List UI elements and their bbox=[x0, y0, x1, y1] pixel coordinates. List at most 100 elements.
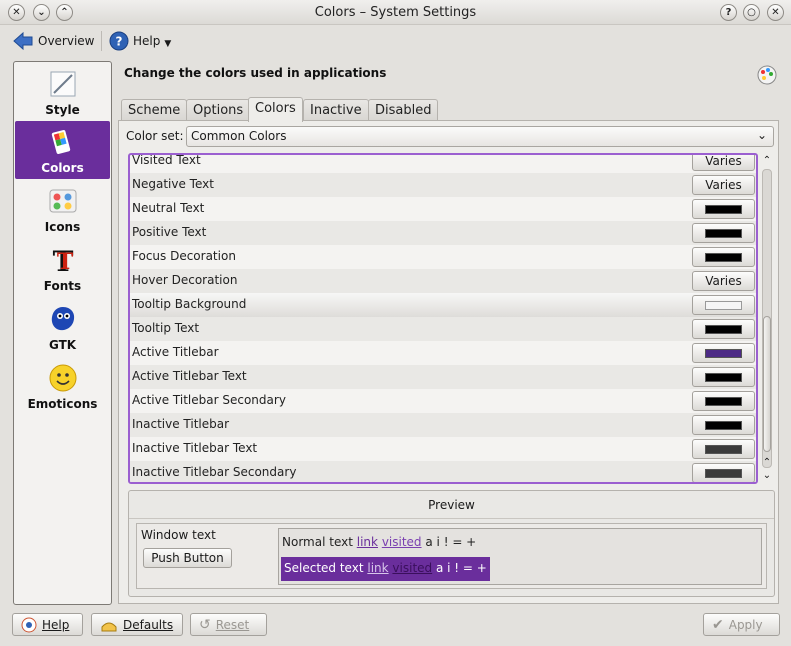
color-button[interactable] bbox=[692, 439, 755, 459]
apply-button-label: Apply bbox=[728, 617, 763, 632]
color-button[interactable] bbox=[692, 199, 755, 219]
sidebar-item-emoticons[interactable]: Emoticons bbox=[15, 357, 110, 415]
color-name: Focus Decoration bbox=[132, 249, 236, 263]
color-name: Negative Text bbox=[132, 177, 214, 191]
color-row-highlighted[interactable]: Tooltip Background bbox=[130, 293, 756, 317]
help-menu-button[interactable]: ? Help ▼ bbox=[109, 29, 171, 53]
gtk-icon bbox=[51, 307, 75, 331]
color-row[interactable]: Focus Decoration bbox=[130, 245, 756, 269]
color-swatch bbox=[705, 469, 742, 478]
close-window-icon[interactable]: ✕ bbox=[767, 4, 784, 21]
selected-text: Selected text bbox=[284, 561, 364, 575]
link-sample[interactable]: link bbox=[367, 561, 388, 575]
check-icon: ✔ bbox=[712, 616, 724, 633]
color-palette-icon bbox=[757, 65, 777, 85]
apply-button[interactable]: ✔ Apply bbox=[703, 613, 780, 636]
color-name: Tooltip Text bbox=[132, 321, 200, 335]
color-row[interactable]: Neutral Text bbox=[130, 197, 756, 221]
color-button[interactable] bbox=[692, 343, 755, 363]
color-button[interactable] bbox=[692, 463, 755, 482]
preview-title: Preview bbox=[428, 498, 475, 512]
overview-label: Overview bbox=[38, 34, 95, 48]
color-button[interactable] bbox=[692, 295, 755, 315]
help-icon bbox=[21, 617, 37, 632]
tab-options[interactable]: Options bbox=[186, 99, 251, 120]
shade-icon[interactable]: ○ bbox=[743, 4, 760, 21]
sidebar-item-style[interactable]: Style bbox=[15, 63, 110, 121]
tab-disabled[interactable]: Disabled bbox=[368, 99, 439, 120]
link-sample[interactable]: link bbox=[357, 535, 378, 549]
svg-text:?: ? bbox=[116, 35, 123, 49]
color-row[interactable]: Tooltip Text bbox=[130, 317, 756, 341]
color-name: Inactive Titlebar Secondary bbox=[132, 465, 297, 479]
defaults-button[interactable]: Defaults bbox=[91, 613, 183, 636]
toolbar: Overview ? Help ▼ bbox=[0, 26, 791, 56]
color-button[interactable]: Varies bbox=[692, 175, 755, 195]
color-row[interactable]: Hover Decoration Varies bbox=[130, 269, 756, 293]
window-text-sample: Window text bbox=[141, 528, 216, 542]
scroll-thumb[interactable] bbox=[763, 316, 771, 452]
toolbar-separator bbox=[101, 31, 102, 51]
color-name: Active Titlebar Secondary bbox=[132, 393, 286, 407]
svg-text:T: T bbox=[57, 249, 74, 275]
color-name: Inactive Titlebar Text bbox=[132, 441, 258, 455]
sidebar-label: Colors bbox=[41, 161, 84, 175]
sidebar-label: Icons bbox=[44, 220, 81, 234]
color-button[interactable] bbox=[692, 223, 755, 243]
visited-link-sample[interactable]: visited bbox=[392, 561, 432, 575]
colorset-select[interactable]: Common Colors ⌄ bbox=[186, 126, 774, 147]
color-name: Active Titlebar Text bbox=[132, 369, 247, 383]
color-row[interactable]: Active Titlebar Secondary bbox=[130, 389, 756, 413]
color-row[interactable]: Negative Text Varies bbox=[130, 173, 756, 197]
back-arrow-icon bbox=[13, 31, 33, 51]
tab-scheme[interactable]: Scheme bbox=[121, 99, 188, 120]
color-button[interactable] bbox=[692, 319, 755, 339]
color-row[interactable]: Positive Text bbox=[130, 221, 756, 245]
color-row[interactable]: Inactive Titlebar Text bbox=[130, 437, 756, 461]
color-row[interactable]: Inactive Titlebar Secondary bbox=[130, 461, 756, 482]
help-button[interactable]: Help bbox=[12, 613, 83, 636]
color-button[interactable]: Varies bbox=[692, 155, 755, 171]
sidebar-item-gtk[interactable]: GTK bbox=[15, 298, 110, 356]
color-swatch bbox=[705, 421, 742, 430]
selected-text-line: Selected text link visited a i ! = + bbox=[281, 557, 490, 581]
push-button-sample[interactable]: Push Button bbox=[143, 548, 232, 568]
colorset-label: Color set: bbox=[126, 129, 184, 143]
symbols-text: a i ! = + bbox=[435, 561, 487, 575]
color-button[interactable] bbox=[692, 247, 755, 267]
sidebar-item-colors[interactable]: Colors bbox=[15, 121, 110, 179]
scroll-up-icon[interactable]: ⌃ bbox=[760, 457, 774, 469]
color-row[interactable]: Inactive Titlebar bbox=[130, 413, 756, 437]
overview-button[interactable]: Overview bbox=[12, 29, 95, 53]
help-icon[interactable]: ? bbox=[720, 4, 737, 21]
reset-button[interactable]: ↺ Reset bbox=[190, 613, 267, 636]
color-name: Visited Text bbox=[132, 153, 201, 167]
sidebar-item-fonts[interactable]: T T Fonts bbox=[15, 239, 110, 297]
scroll-track[interactable] bbox=[762, 169, 772, 468]
system-settings-window: ✕ ⌄ ⌃ Colors – System Settings ? ○ ✕ Ove… bbox=[0, 0, 791, 646]
color-button[interactable] bbox=[692, 367, 755, 387]
color-name: Tooltip Background bbox=[132, 297, 247, 311]
help-button-label: Help bbox=[42, 617, 70, 632]
color-swatch bbox=[705, 229, 742, 238]
color-button[interactable] bbox=[692, 391, 755, 411]
color-row[interactable]: Active Titlebar Text bbox=[130, 365, 756, 389]
color-list-scrollbar[interactable]: ⌃ ⌃ ⌄ bbox=[760, 155, 774, 482]
sidebar-item-icons[interactable]: Icons bbox=[15, 180, 110, 238]
defaults-icon bbox=[101, 622, 117, 631]
tab-inactive[interactable]: Inactive bbox=[303, 99, 369, 120]
color-row[interactable]: Visited Text Varies bbox=[130, 153, 756, 173]
defaults-button-label: Defaults bbox=[123, 617, 174, 632]
tab-colors[interactable]: Colors bbox=[248, 97, 303, 122]
help-circle-icon: ? bbox=[109, 31, 129, 51]
help-menu-label: Help bbox=[133, 34, 161, 48]
scroll-up-icon[interactable]: ⌃ bbox=[760, 155, 774, 167]
visited-link-sample[interactable]: visited bbox=[382, 535, 422, 549]
color-row[interactable]: Active Titlebar bbox=[130, 341, 756, 365]
scroll-down-icon[interactable]: ⌄ bbox=[760, 470, 774, 482]
color-button[interactable]: Varies bbox=[692, 271, 755, 291]
icons-icon bbox=[49, 189, 77, 213]
normal-text: Normal text bbox=[282, 535, 353, 549]
view-sample: Normal text link visited a i ! = + Selec… bbox=[278, 528, 762, 585]
color-button[interactable] bbox=[692, 415, 755, 435]
